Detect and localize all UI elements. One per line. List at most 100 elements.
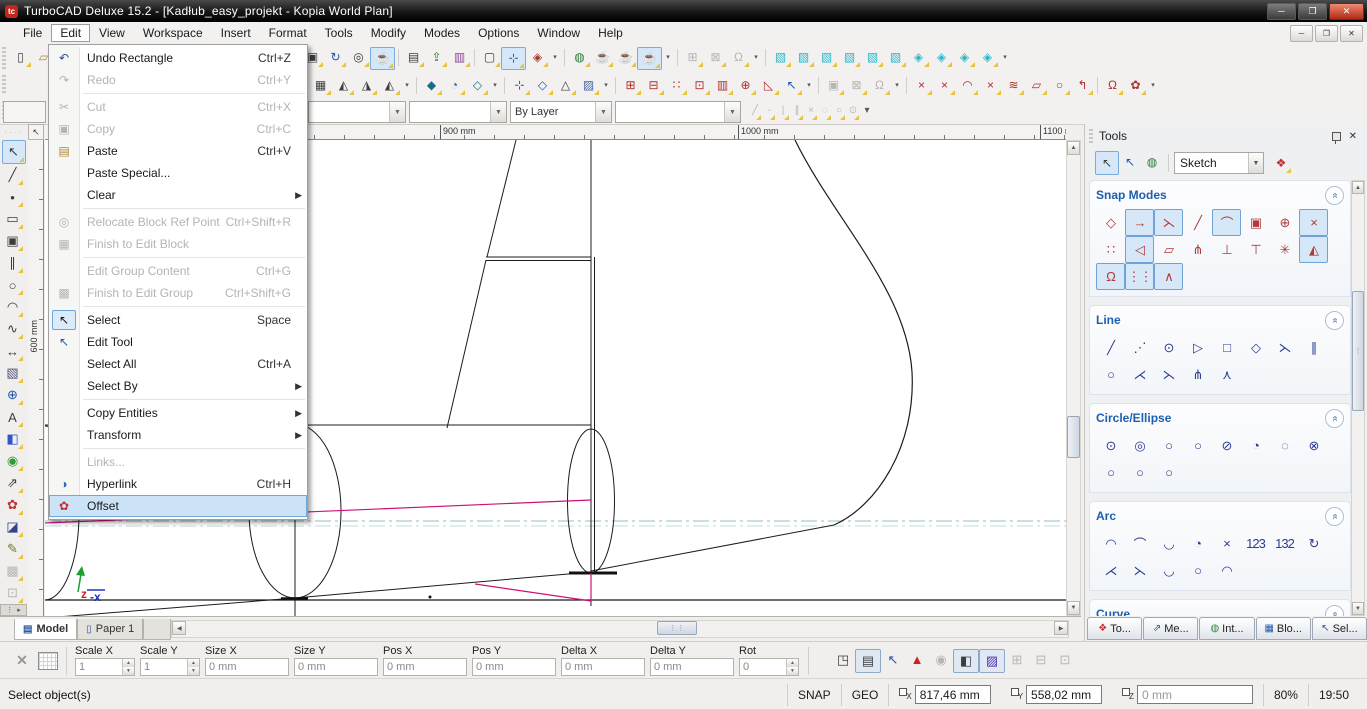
snap-perpendicular[interactable]: ⋔ bbox=[1183, 236, 1212, 263]
arc-tangent-to-line[interactable]: × bbox=[1212, 530, 1241, 557]
cylinder-3d-button[interactable]: ▧ bbox=[815, 47, 838, 68]
menu-links[interactable]: Links... ▶ bbox=[49, 451, 307, 473]
panel-tab-selection[interactable]: ↖ Sel... bbox=[1312, 617, 1367, 640]
line-multiline[interactable]: ⋰ bbox=[1125, 334, 1154, 361]
coord-system-button[interactable]: ◳ bbox=[831, 649, 855, 671]
array-radial-button[interactable]: ∷ bbox=[665, 75, 688, 96]
line-style-button[interactable]: ╱ bbox=[748, 100, 762, 121]
z-coordinate-field[interactable]: 0 mm bbox=[1137, 685, 1253, 704]
new-sheet-tab[interactable] bbox=[143, 619, 171, 640]
menubar-tools[interactable]: Tools bbox=[316, 24, 362, 42]
menu-redo[interactable]: ↷ Redo Ctrl+Y ▶ bbox=[49, 69, 307, 91]
arc-fixed-ratio[interactable]: ◠ bbox=[1212, 557, 1241, 584]
solid-shade-button[interactable]: ◆ bbox=[420, 75, 443, 96]
menu-paste[interactable]: ▤ Paste Ctrl+V ▶ bbox=[49, 140, 307, 162]
snap-aperture[interactable]: ◭ bbox=[1299, 236, 1328, 263]
shade-mode-button[interactable]: ◔ bbox=[443, 75, 466, 96]
layer-combo[interactable]: ▼ bbox=[615, 101, 741, 123]
flyout-arrow[interactable]: ▾ bbox=[1147, 75, 1159, 96]
arc-1-3-2[interactable]: 132 bbox=[1270, 530, 1299, 557]
array-linear-button[interactable]: ⊟ bbox=[642, 75, 665, 96]
menu-select[interactable]: ↖ Select Space ▶ bbox=[49, 309, 307, 331]
new-doc-button[interactable]: ▢ bbox=[478, 47, 501, 68]
geo-toggle[interactable]: GEO bbox=[852, 688, 879, 702]
arc-center-and-radius[interactable]: ◠ bbox=[1096, 530, 1125, 557]
menubar-options[interactable]: Options bbox=[469, 24, 528, 42]
arc-rotated[interactable]: ↻ bbox=[1299, 530, 1328, 557]
line-single[interactable]: ╱ bbox=[1096, 334, 1125, 361]
collapse-chevron-icon[interactable]: « bbox=[1325, 186, 1344, 205]
tab-paper-1[interactable]: ▯ Paper 1 bbox=[77, 619, 143, 640]
bend-button[interactable]: ↰ bbox=[1071, 75, 1094, 96]
toolbar-button[interactable] bbox=[815, 75, 822, 96]
menubar-modes[interactable]: Modes bbox=[415, 24, 469, 42]
point-style-1-button[interactable]: ◌ bbox=[818, 100, 832, 121]
stretch-button[interactable]: ▱ bbox=[1025, 75, 1048, 96]
flyout-arrow[interactable]: ▾ bbox=[860, 100, 874, 121]
line-tool[interactable]: ╱ bbox=[2, 164, 24, 186]
snap-midpoint[interactable]: ╱ bbox=[1183, 209, 1212, 236]
snap-vertical-ortho[interactable]: ⊥ bbox=[1212, 236, 1241, 263]
snap-no-snap[interactable]: ◇ bbox=[1096, 209, 1125, 236]
workplane-button[interactable]: △ bbox=[554, 75, 577, 96]
toolbar-grip[interactable]: ···· bbox=[0, 124, 27, 140]
maximize-button[interactable]: ❐ bbox=[1298, 3, 1327, 20]
toolbar-footer[interactable]: ⋮▸ bbox=[0, 604, 27, 616]
snap-grid[interactable]: ∷ bbox=[1096, 236, 1125, 263]
array-fit-button[interactable]: ▥ bbox=[711, 75, 734, 96]
offset-tool[interactable]: ✿ bbox=[2, 494, 24, 516]
menu-offset[interactable]: ✿ Offset ▶ bbox=[49, 495, 307, 517]
x-coordinate-field[interactable]: 817,46 mm bbox=[915, 685, 991, 704]
menubar-window[interactable]: Window bbox=[528, 24, 589, 42]
minimize-button[interactable]: ─ bbox=[1267, 3, 1296, 20]
flyout-arrow[interactable]: ▾ bbox=[662, 47, 674, 68]
panel-node-edit-button[interactable]: ↖ bbox=[1119, 151, 1141, 173]
cross-style-button[interactable]: × bbox=[804, 100, 818, 121]
line-tangent-two-arcs[interactable]: ⋋ bbox=[1154, 361, 1183, 388]
spinner[interactable]: ▲▼ bbox=[187, 659, 199, 675]
menubar-insert[interactable]: Insert bbox=[212, 24, 260, 42]
menu-hyperlink[interactable]: ◑ Hyperlink Ctrl+H ▶ bbox=[49, 473, 307, 495]
hatch-toggle-button[interactable]: ▨ bbox=[979, 649, 1005, 673]
close-palette-icon[interactable]: ✕ bbox=[1349, 131, 1357, 142]
line-polygon-center[interactable]: ⊙ bbox=[1154, 334, 1183, 361]
render-wireframe-button[interactable]: ☕ bbox=[591, 47, 614, 68]
move-tool[interactable]: ⊕ bbox=[2, 384, 24, 406]
pick-entity-button[interactable]: ↖ bbox=[780, 75, 803, 96]
copy-sheet-button[interactable]: ▤ bbox=[402, 47, 425, 68]
menu-select-by[interactable]: Select By ▶ bbox=[49, 375, 307, 397]
canvas-vertical-scrollbar[interactable]: ▲ ▼ bbox=[1066, 140, 1081, 616]
menu-edit-group-content[interactable]: Edit Group Content Ctrl+G ▶ bbox=[49, 260, 307, 282]
rectangle-tool[interactable]: ▭ bbox=[2, 208, 24, 230]
arc-start-included[interactable]: ◡ bbox=[1154, 530, 1183, 557]
line-perpendicular[interactable]: ⋋ bbox=[1270, 334, 1299, 361]
toolbar-button[interactable] bbox=[1094, 75, 1101, 96]
copy-points-tool[interactable]: ⇗ bbox=[2, 472, 24, 494]
orbit-view-button[interactable]: ↻ bbox=[324, 47, 347, 68]
pen-style-combo[interactable]: ▼ bbox=[308, 101, 406, 123]
curve-tool[interactable]: ∿ bbox=[2, 318, 24, 340]
pin-icon[interactable] bbox=[1332, 132, 1341, 141]
snap-center-of-extents[interactable]: ✳ bbox=[1270, 236, 1299, 263]
array-polar-button[interactable]: ⊕ bbox=[734, 75, 757, 96]
line-tangent-to-circle[interactable]: ○ bbox=[1096, 361, 1125, 388]
surface-op-tool[interactable]: ▩ bbox=[2, 560, 24, 582]
new-file-button[interactable]: ▯ bbox=[9, 47, 32, 68]
pen-color-combo[interactable]: By Layer▼ bbox=[510, 101, 612, 123]
camera-button[interactable]: ◎ bbox=[347, 47, 370, 68]
menubar-modify[interactable]: Modify bbox=[362, 24, 415, 42]
ellipse[interactable]: ○ bbox=[1096, 459, 1125, 486]
menubar-help[interactable]: Help bbox=[589, 24, 632, 42]
menubar-file[interactable]: File bbox=[14, 24, 51, 42]
wedge-3d-button[interactable]: ▧ bbox=[884, 47, 907, 68]
ellipse-tool[interactable]: ○ bbox=[2, 274, 24, 296]
trim-button[interactable]: × bbox=[910, 75, 933, 96]
box-3d-tool[interactable]: ▧ bbox=[2, 362, 24, 384]
snap-vertex[interactable]: → bbox=[1125, 209, 1154, 236]
snap-ortho-mode[interactable]: ⋮⋮ bbox=[1125, 263, 1154, 290]
explode-button[interactable]: ⊠ bbox=[704, 47, 727, 68]
line-perpendicular-from[interactable]: ⋔ bbox=[1183, 361, 1212, 388]
pyramid-3d-button[interactable]: ◈ bbox=[976, 47, 999, 68]
hatch-button[interactable]: ▦ bbox=[309, 75, 332, 96]
menu-edit-tool[interactable]: ↖ Edit Tool ▶ bbox=[49, 331, 307, 353]
